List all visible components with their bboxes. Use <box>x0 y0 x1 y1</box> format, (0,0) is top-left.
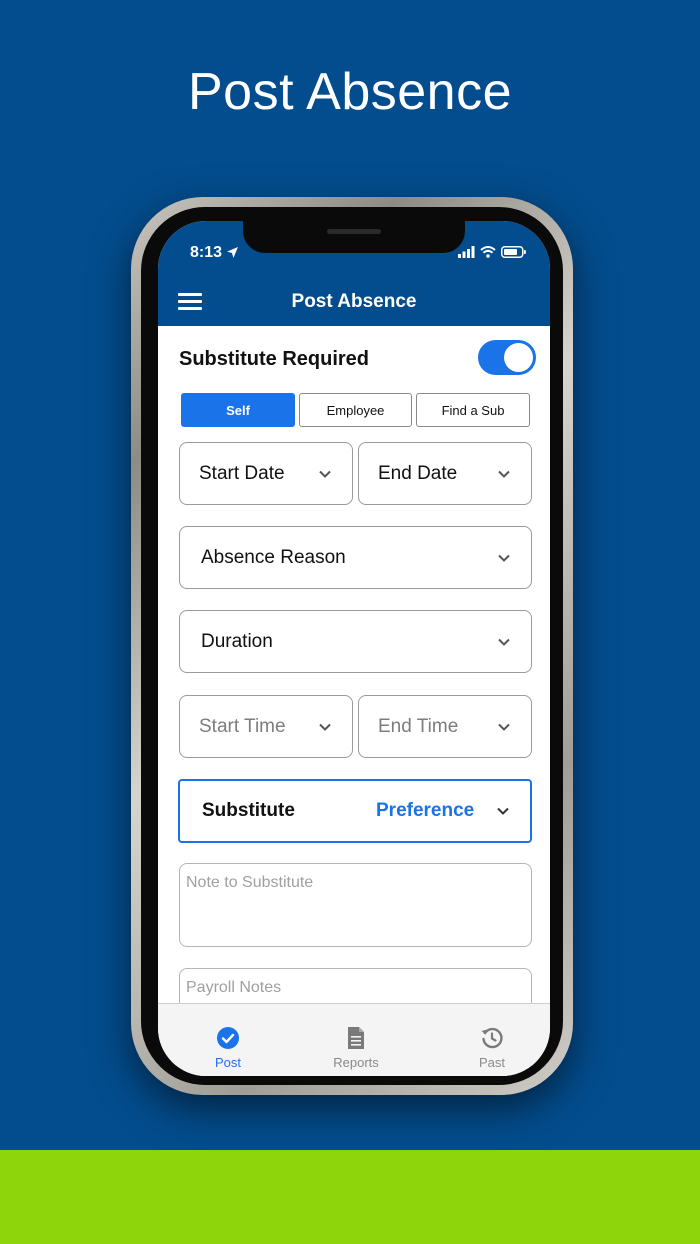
location-arrow-icon <box>227 247 238 258</box>
end-time-label: End Time <box>378 715 459 737</box>
app-header-title: Post Absence <box>291 291 417 312</box>
status-time: 8:13 <box>190 244 223 261</box>
note-to-substitute-placeholder: Note to Substitute <box>186 874 314 891</box>
chevron-down-icon <box>497 807 509 815</box>
duration-select[interactable]: Duration <box>179 610 532 673</box>
substitute-preference-value: Preference <box>376 800 475 821</box>
note-to-substitute-input[interactable]: Note to Substitute <box>179 863 532 947</box>
chevron-down-icon <box>319 723 331 731</box>
substitute-required-label: Substitute Required <box>179 348 370 370</box>
chevron-down-icon <box>498 723 510 731</box>
tab-reports-label: Reports <box>333 1055 379 1070</box>
end-date-select[interactable]: End Date <box>358 442 532 505</box>
substitute-preference-label: Substitute <box>202 800 295 821</box>
start-date-label: Start Date <box>199 462 285 484</box>
chevron-down-icon <box>498 470 510 478</box>
segment-self[interactable]: Self <box>181 393 295 427</box>
chevron-down-icon <box>498 638 510 646</box>
history-icon <box>481 1027 503 1049</box>
toggle-knob <box>504 343 533 372</box>
absence-reason-select[interactable]: Absence Reason <box>179 526 532 589</box>
footer-band <box>0 1150 700 1244</box>
substitute-required-toggle[interactable] <box>478 340 536 375</box>
segment-employee[interactable]: Employee <box>299 393 412 427</box>
signal-icon <box>458 246 475 258</box>
segment-find-a-sub[interactable]: Find a Sub <box>416 393 530 427</box>
absence-reason-label: Absence Reason <box>201 546 346 568</box>
wifi-icon <box>480 246 496 258</box>
check-circle-icon <box>217 1027 239 1049</box>
substitute-preference-select[interactable]: Substitute Preference <box>178 779 532 843</box>
start-time-select[interactable]: Start Time <box>179 695 353 758</box>
phone-notch <box>243 221 465 253</box>
tab-past[interactable]: Past <box>442 1004 542 1076</box>
payroll-notes-placeholder: Payroll Notes <box>186 979 282 996</box>
start-date-select[interactable]: Start Date <box>179 442 353 505</box>
page-headline: Post Absence <box>188 63 512 121</box>
start-time-label: Start Time <box>199 715 286 737</box>
tab-reports[interactable]: Reports <box>306 1004 406 1076</box>
phone-screen: 8:13 Post Absence Substitute Required Se… <box>158 221 550 1076</box>
chevron-down-icon <box>319 470 331 478</box>
document-icon <box>348 1027 364 1049</box>
duration-label: Duration <box>201 630 273 652</box>
chevron-down-icon <box>498 554 510 562</box>
end-date-label: End Date <box>378 462 458 484</box>
status-icons <box>458 246 526 258</box>
tab-post[interactable]: Post <box>178 1004 278 1076</box>
end-time-select[interactable]: End Time <box>358 695 532 758</box>
tab-past-label: Past <box>478 1055 505 1070</box>
battery-icon <box>501 246 526 258</box>
tab-post-label: Post <box>214 1055 241 1070</box>
bottom-tab-bar: Post Reports Past <box>158 1003 550 1076</box>
